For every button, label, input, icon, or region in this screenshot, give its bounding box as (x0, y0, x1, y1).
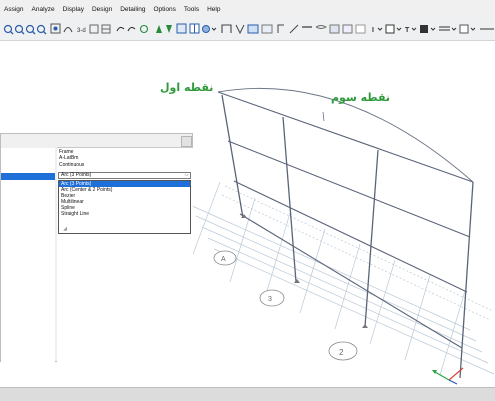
svg-text:A: A (221, 256, 226, 263)
dropdown-option-straight-line[interactable]: Straight Line (59, 211, 190, 217)
selected-property-row[interactable] (1, 173, 55, 180)
property-values: Frame A-LatBm Continuous (59, 149, 84, 168)
menu-detailing[interactable]: Detailing (116, 6, 149, 13)
rotate-icon[interactable] (63, 26, 73, 33)
third-point-label: نقطه سوم (331, 91, 391, 104)
menu-assign[interactable]: Assign (0, 6, 28, 13)
link-icon[interactable] (315, 25, 327, 29)
menu-analyze[interactable]: Analyze (28, 6, 59, 13)
menu-help[interactable]: Help (203, 6, 224, 13)
dropdown-arrow-icon[interactable] (430, 27, 436, 31)
dropdown-arrow-icon[interactable] (451, 27, 457, 31)
slab-icon[interactable] (355, 24, 366, 34)
settings-dropdown-icon[interactable] (202, 25, 217, 33)
view-3d-label[interactable]: 3-d (77, 28, 86, 34)
status-bar (0, 387, 495, 401)
chevron-down-icon[interactable]: ⌵ (183, 173, 190, 178)
curve-type-dropdown: Arc (3 Points) Arc (Center & 2 Points) B… (58, 180, 191, 234)
arrow-up-icon[interactable] (156, 25, 162, 33)
dropdown-arrow-icon[interactable] (396, 27, 402, 31)
dropdown-arrow-icon[interactable] (470, 27, 476, 31)
dropdown-arrow-icon[interactable] (411, 27, 417, 31)
toolbar: 3-d I T (0, 19, 495, 41)
line-style-icon[interactable] (439, 26, 450, 31)
zoom-in-icon[interactable] (3, 24, 14, 35)
zoom-window-icon[interactable] (25, 24, 36, 35)
property-continuity-value[interactable]: Continuous (59, 162, 84, 168)
svg-text:3: 3 (268, 296, 272, 303)
section-t-label[interactable]: T (405, 27, 410, 34)
zoom-previous-icon[interactable] (36, 24, 47, 35)
frame-section-icon[interactable] (221, 24, 232, 33)
section-i-label[interactable]: I (372, 27, 374, 34)
svg-text:2: 2 (339, 348, 344, 357)
zoom-out-icon[interactable] (14, 24, 25, 35)
first-point-label: نقطه اول (160, 81, 214, 94)
pan-icon[interactable] (50, 23, 61, 34)
menu-bar: Assign Analyze Display Design Detailing … (0, 0, 495, 19)
curve-type-select[interactable]: Arc (3 Points) ⌵ (58, 172, 191, 179)
dropdown-arrow-icon[interactable] (377, 27, 383, 31)
arrow-down-icon[interactable] (166, 25, 172, 33)
tendon-icon[interactable] (329, 24, 340, 34)
brace-icon[interactable] (289, 24, 299, 34)
report-icon[interactable] (459, 24, 469, 34)
refresh-icon[interactable] (139, 24, 149, 34)
wall-icon[interactable] (247, 24, 259, 34)
plan-view-icon[interactable] (89, 24, 99, 34)
resize-grip-icon[interactable]: ◢ (63, 226, 67, 232)
release-icon[interactable] (235, 24, 245, 35)
floor-icon[interactable] (342, 24, 353, 34)
column-icon[interactable] (277, 24, 284, 33)
double-tee-icon[interactable] (420, 25, 428, 33)
menu-options[interactable]: Options (149, 6, 179, 13)
menu-design[interactable]: Design (88, 6, 116, 13)
curve-type-selected: Arc (3 Points) (61, 172, 92, 178)
elevation-view-icon[interactable] (101, 24, 111, 34)
menu-tools[interactable]: Tools (180, 6, 203, 13)
third-point-marker (322, 111, 325, 122)
support-icon (241, 214, 368, 328)
properties-label-column (1, 148, 55, 362)
axis-indicator-icon (432, 367, 464, 385)
box-icon[interactable] (385, 24, 395, 34)
display-options-icon[interactable] (176, 23, 187, 34)
redo-icon[interactable] (127, 26, 136, 32)
grid-icon[interactable] (189, 23, 200, 34)
grid-bubble: A (213, 250, 237, 266)
frame-beams (217, 91, 474, 349)
properties-panel: Frame A-LatBm Continuous Arc (3 Points) … (0, 133, 193, 362)
grid-bubble: 2 (328, 341, 358, 361)
undo-icon[interactable] (116, 26, 125, 32)
panel-close-button[interactable] (181, 136, 192, 147)
grid-bubble: 3 (259, 289, 285, 307)
shell-icon[interactable] (261, 24, 273, 34)
menu-display[interactable]: Display (59, 6, 88, 13)
